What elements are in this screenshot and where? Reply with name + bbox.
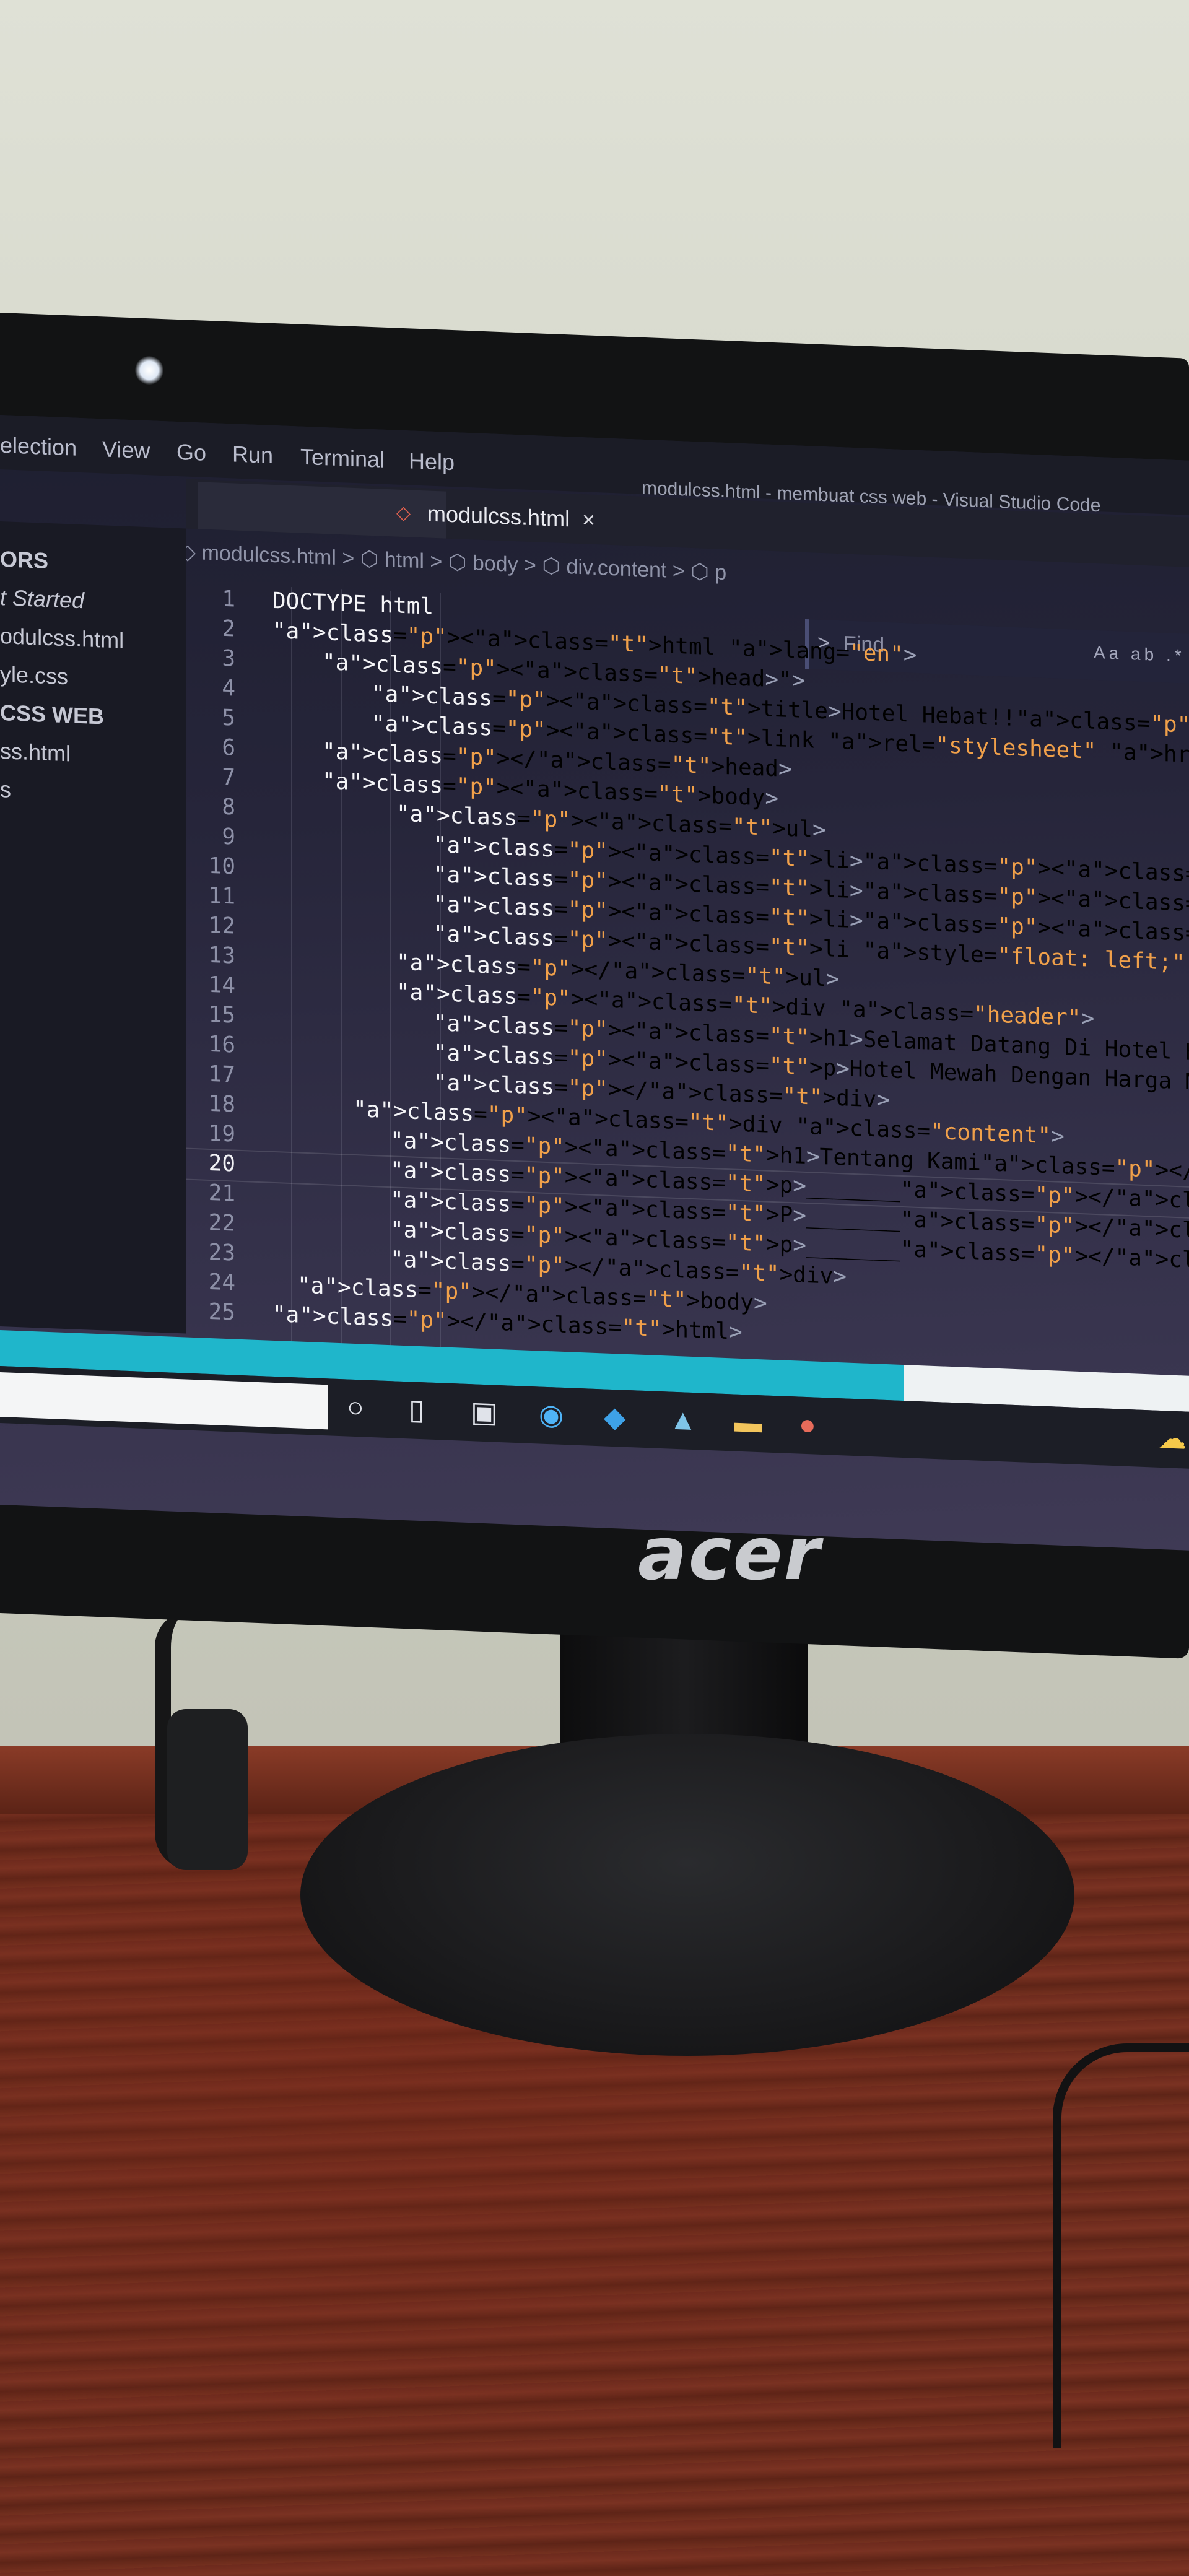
task-view-icon[interactable]: ▯ xyxy=(409,1390,424,1428)
photos-icon[interactable]: ▲ xyxy=(669,1400,697,1438)
menu-selection[interactable]: election xyxy=(0,432,77,461)
screen: election View Go Run Terminal Help modul… xyxy=(0,415,1189,1551)
line-number: 18 xyxy=(208,1090,235,1118)
sidebar-item-modulcss[interactable]: odulcss.html xyxy=(0,623,124,654)
weather-icon[interactable]: ☁ xyxy=(1158,1419,1187,1458)
line-number: 12 xyxy=(208,912,235,939)
store-icon[interactable]: ▣ xyxy=(471,1393,497,1431)
line-number: 25 xyxy=(208,1299,235,1326)
vscode-icon[interactable]: ◆ xyxy=(604,1398,625,1435)
indent-guide xyxy=(341,589,342,1345)
line-number: 23 xyxy=(208,1239,235,1266)
desk-cable xyxy=(1053,2043,1189,2448)
line-number: 4 xyxy=(222,675,235,702)
cable-plug xyxy=(167,1709,248,1870)
line-number: 9 xyxy=(222,824,235,850)
line-number: 5 xyxy=(222,705,235,731)
line-number: 3 xyxy=(222,645,235,672)
sidebar-item-more[interactable]: s xyxy=(0,777,11,803)
sidebar-item-get-started[interactable]: t Started xyxy=(0,585,84,614)
camera-flash-reflection xyxy=(135,356,163,385)
line-number: 14 xyxy=(208,972,235,999)
cortana-icon[interactable]: ○ xyxy=(347,1388,364,1426)
line-number: 1 xyxy=(222,586,235,612)
code-editor[interactable]: 1 DOCTYPE html 2 "a">class="p"><"a">class="… xyxy=(186,583,1189,1365)
line-number: 13 xyxy=(208,942,235,969)
indent-guide xyxy=(291,587,292,1343)
line-number: 17 xyxy=(208,1061,235,1088)
menu-help[interactable]: Help xyxy=(409,448,455,476)
monitor-base xyxy=(300,1734,1074,2056)
chrome-icon[interactable]: ● xyxy=(799,1406,816,1443)
close-icon[interactable]: × xyxy=(582,507,595,533)
line-number: 24 xyxy=(208,1269,235,1296)
folder-icon[interactable]: ▬ xyxy=(734,1403,762,1442)
sidebar-item-html[interactable]: ss.html xyxy=(0,738,71,767)
menu-run[interactable]: Run xyxy=(232,441,273,469)
line-number: 15 xyxy=(208,1001,235,1029)
line-number: 22 xyxy=(208,1209,235,1237)
explorer-header: ORS xyxy=(0,546,49,573)
line-number: 6 xyxy=(222,734,235,761)
menu-go[interactable]: Go xyxy=(176,439,206,466)
line-number: 16 xyxy=(208,1031,235,1058)
line-number: 2 xyxy=(222,616,235,642)
line-number: 11 xyxy=(208,882,235,910)
menu-view[interactable]: View xyxy=(102,436,150,464)
line-number: 20 xyxy=(208,1150,235,1177)
sidebar-item-style[interactable]: yle.css xyxy=(0,661,68,690)
line-number: 8 xyxy=(222,794,235,820)
menu-terminal[interactable]: Terminal xyxy=(300,444,385,473)
taskbar-search[interactable] xyxy=(0,1372,328,1430)
sidebar-folder-css-web[interactable]: CSS WEB xyxy=(0,700,104,729)
html-file-icon: ◇ xyxy=(396,502,411,524)
line-number: 7 xyxy=(222,764,235,791)
line-number: 10 xyxy=(208,853,235,880)
explorer-sidebar: ORS t Started odulcss.html yle.css CSS W… xyxy=(0,521,186,1334)
breadcrumb[interactable]: ◇ modulcss.html > ⬡ html > ⬡ body > ⬡ di… xyxy=(180,539,726,585)
line-number: 19 xyxy=(208,1120,235,1147)
tab-label: modulcss.html xyxy=(427,500,570,532)
line-number: 21 xyxy=(208,1180,235,1207)
edge-icon[interactable]: ◉ xyxy=(539,1395,564,1434)
